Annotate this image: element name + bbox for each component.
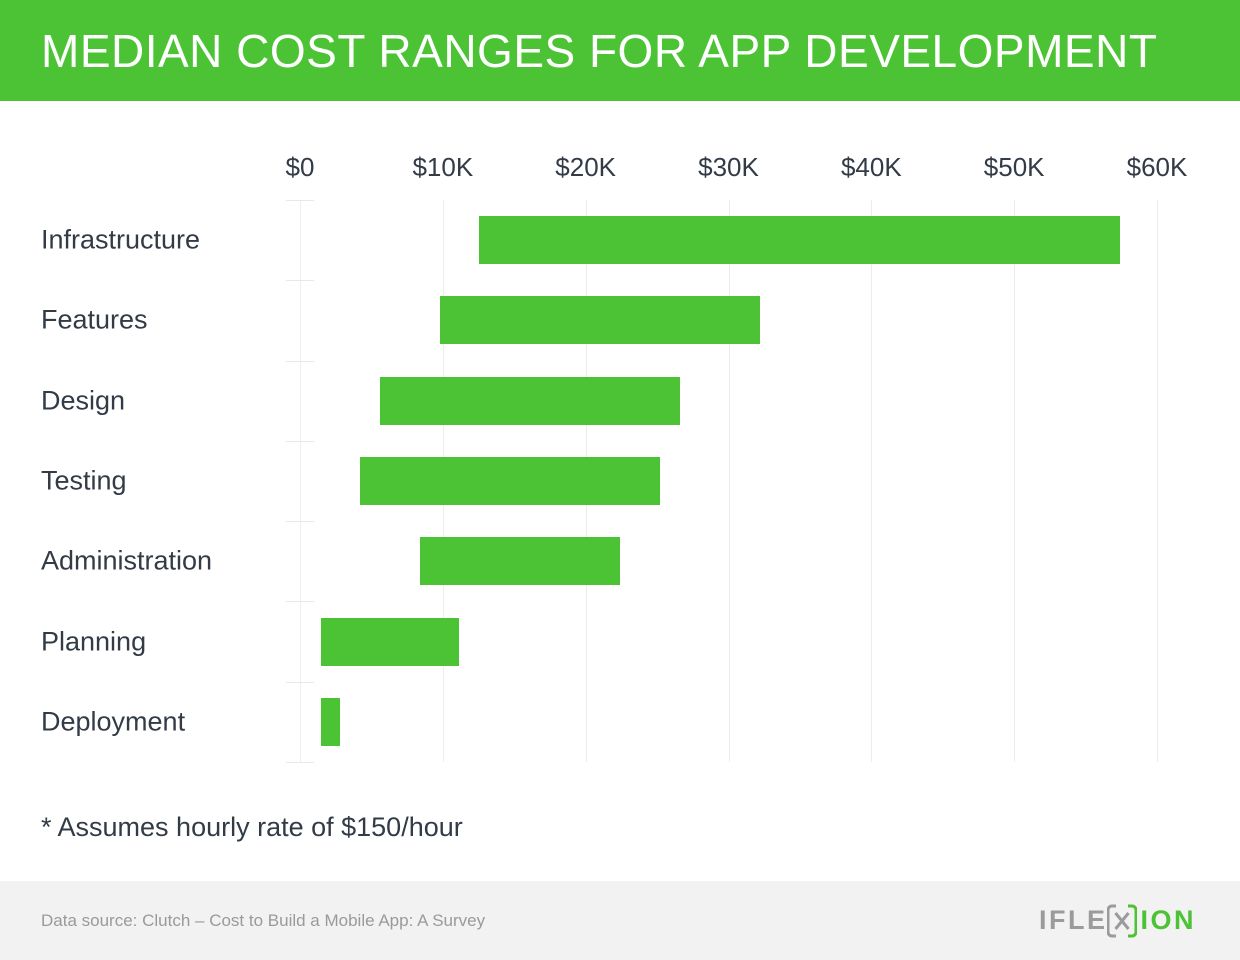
- x-tick-label: $40K: [840, 152, 902, 182]
- header-banner: MEDIAN COST RANGES FOR APP DEVELOPMENT: [0, 0, 1240, 101]
- bar-features: [439, 296, 760, 345]
- logo-x-mark-icon: [1107, 904, 1138, 938]
- category-label-administration: Administration: [41, 545, 213, 576]
- bar-testing: [359, 456, 660, 505]
- bar-row: [300, 601, 1157, 681]
- logo-text-right: ION: [1140, 905, 1196, 935]
- plot-region: $0 $10K $20K $30K $40K $50K $60K: [286, 152, 1187, 763]
- data-source-text: Data source: Clutch – Cost to Build a Mo…: [41, 910, 486, 930]
- bar-administration: [419, 537, 620, 586]
- bar-design: [379, 376, 680, 425]
- category-label-infrastructure: Infrastructure: [41, 224, 201, 255]
- logo-text-left: IFLE: [1038, 905, 1108, 935]
- gridline-60k: [1157, 200, 1158, 762]
- x-tick-label: $50K: [983, 152, 1045, 182]
- x-tick-label: $10K: [412, 152, 474, 182]
- x-tick-label: $30K: [698, 152, 759, 182]
- chart-area: $0 $10K $20K $30K $40K $50K $60K Infrastructur…: [0, 101, 1240, 781]
- category-label-design: Design: [41, 385, 126, 416]
- x-tick-label: $20K: [555, 152, 617, 182]
- y-tick-mark: [286, 762, 314, 763]
- bar-row: [300, 361, 1157, 441]
- bar-row: [300, 200, 1157, 280]
- footer-bar: Data source: Clutch – Cost to Build a Mo…: [0, 881, 1240, 960]
- iflexion-logo: IFLE ION: [1039, 904, 1196, 938]
- footnote: * Assumes hourly rate of $150/hour: [41, 812, 463, 842]
- infographic-page: MEDIAN COST RANGES FOR APP DEVELOPMENT $…: [0, 0, 1240, 960]
- bar-infrastructure: [478, 216, 1120, 265]
- x-tick-label: $60K: [1126, 152, 1188, 182]
- bar-deployment: [321, 697, 340, 746]
- bar-row: [300, 280, 1157, 360]
- x-tick-label: $0: [285, 152, 315, 182]
- bar-planning: [321, 617, 459, 666]
- category-label-planning: Planning: [41, 626, 147, 657]
- category-label-deployment: Deployment: [41, 706, 186, 737]
- bar-row: [300, 441, 1157, 521]
- bar-row: [300, 521, 1157, 601]
- bar-row: [300, 682, 1157, 762]
- page-title: MEDIAN COST RANGES FOR APP DEVELOPMENT: [41, 24, 1158, 77]
- category-label-features: Features: [41, 304, 148, 335]
- category-label-testing: Testing: [41, 465, 127, 496]
